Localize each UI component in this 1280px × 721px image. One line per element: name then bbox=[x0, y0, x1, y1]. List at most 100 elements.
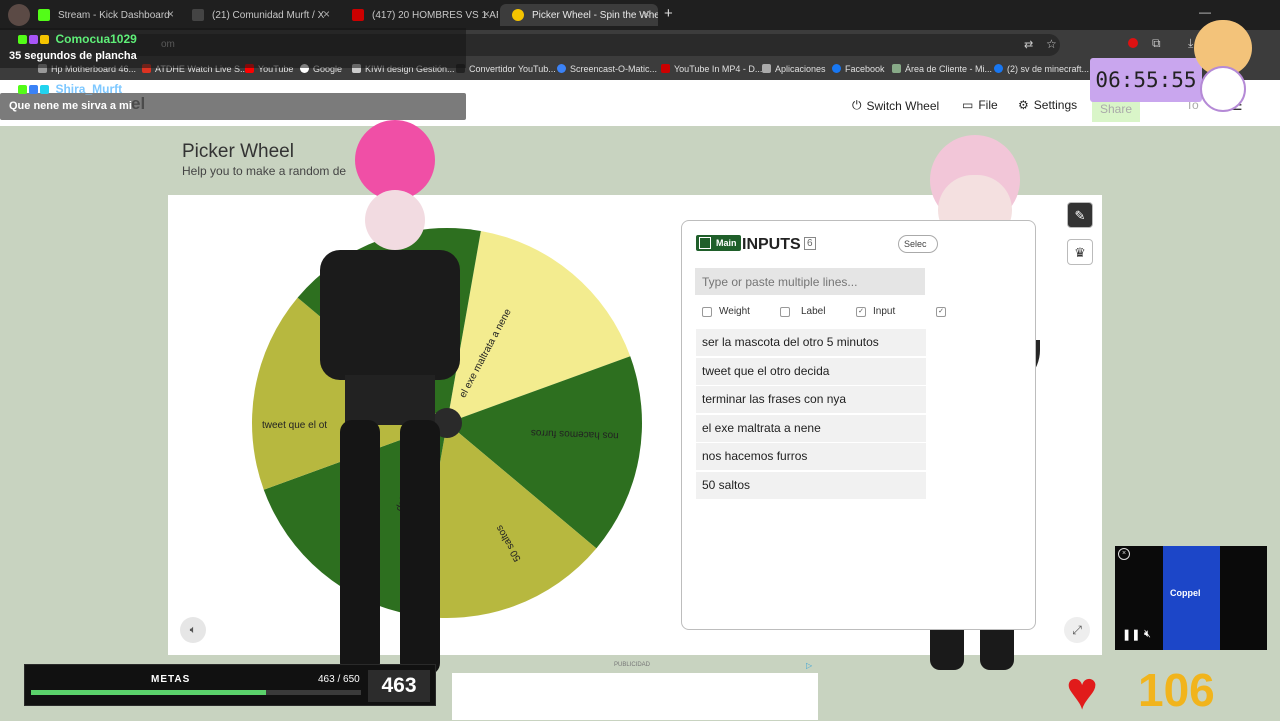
tab-kick-dashboard[interactable]: Stream - Kick Dashboard × bbox=[26, 4, 182, 26]
label-label: Label bbox=[801, 306, 826, 317]
picker-wheel-icon bbox=[512, 9, 524, 21]
kick-icon bbox=[38, 9, 50, 21]
select-button[interactable]: Selec bbox=[898, 235, 938, 253]
tab-label: (417) 20 HOMBRES VS 1 ARTIST bbox=[372, 9, 498, 21]
bookmark-label: (2) sv de minecraft... bbox=[1007, 64, 1090, 74]
paste-lines-input[interactable] bbox=[695, 268, 925, 295]
crown-badge-icon bbox=[40, 35, 49, 44]
ad-label: PUBLICIDAD bbox=[614, 662, 651, 668]
ad-banner[interactable] bbox=[452, 673, 818, 720]
list-item[interactable]: nos hacemos furros bbox=[696, 443, 926, 470]
youtube-icon bbox=[352, 9, 364, 21]
apps-grid-icon bbox=[762, 64, 771, 73]
input-label: Input bbox=[873, 306, 896, 317]
translate-icon[interactable]: ⇄ bbox=[1024, 38, 1033, 51]
goal-label: METAS bbox=[151, 674, 191, 685]
bookmark-label: Aplicaciones bbox=[775, 64, 826, 74]
sub-badge-icon bbox=[29, 35, 38, 44]
extra-checkbox[interactable]: ✓ bbox=[936, 307, 946, 317]
bookmark-label: YouTube In MP4 - D... bbox=[674, 64, 763, 74]
tab-label: Picker Wheel - Spin the Wheel bbox=[532, 9, 658, 21]
x-icon bbox=[192, 9, 204, 21]
power-icon: ⏻ bbox=[852, 98, 862, 112]
goal-count: 463 / 650 bbox=[318, 674, 360, 685]
bookmark-item[interactable]: Screencast-O-Matic... bbox=[557, 64, 657, 74]
video-brand: Coppel bbox=[1170, 588, 1201, 598]
nav-label: Settings bbox=[1033, 98, 1078, 112]
weight-label: Weight bbox=[719, 306, 750, 317]
weight-checkbox[interactable] bbox=[702, 307, 712, 317]
gear-icon: ⚙ bbox=[1018, 98, 1029, 112]
tab-picker-wheel[interactable]: Picker Wheel - Spin the Wheel × bbox=[500, 4, 658, 26]
edit-wheel-icon[interactable]: ✎ bbox=[1067, 202, 1093, 228]
facebook-icon bbox=[994, 64, 1003, 73]
list-item[interactable]: terminar las frases con nya bbox=[696, 386, 926, 413]
bookmark-star-icon[interactable]: ☆ bbox=[1046, 37, 1057, 51]
list-item[interactable]: 50 saltos bbox=[696, 472, 926, 499]
goal-current-value: 463 bbox=[368, 670, 430, 702]
site-icon bbox=[557, 64, 566, 73]
site-icon bbox=[661, 64, 670, 73]
nav-label: Share bbox=[1100, 102, 1133, 116]
main-list-chip[interactable]: Main bbox=[696, 235, 741, 251]
minimize-window-icon[interactable]: — bbox=[1199, 5, 1211, 19]
edit-list-icon bbox=[699, 237, 711, 249]
tab-twitter[interactable]: (21) Comunidad Murft / X × bbox=[180, 4, 338, 26]
chip-label: Main bbox=[716, 238, 737, 248]
stream-timer: 06:55:55 bbox=[1090, 58, 1202, 102]
bookmark-item[interactable]: (2) sv de minecraft... bbox=[994, 64, 1089, 74]
trophy-icon[interactable]: ♛ bbox=[1067, 239, 1093, 265]
list-item[interactable]: el exe maltrata a nene bbox=[696, 415, 926, 442]
new-tab-button[interactable]: + bbox=[664, 5, 673, 22]
ad-choices-icon[interactable]: ▷ bbox=[806, 661, 812, 670]
heart-icon: ♥ bbox=[1066, 661, 1099, 721]
sound-icon[interactable]: 🔈︎ bbox=[180, 617, 206, 643]
close-tab-icon[interactable]: × bbox=[323, 7, 330, 21]
sub-badge-icon bbox=[29, 85, 38, 94]
chat-user-line: Shira_Murft bbox=[18, 80, 122, 98]
mini-video-frame bbox=[1163, 546, 1220, 650]
chat-username: Shira_Murft bbox=[55, 82, 123, 96]
kick-badge-icon bbox=[18, 35, 27, 44]
list-item[interactable]: tweet que el otro decida bbox=[696, 358, 926, 385]
tab-youtube[interactable]: (417) 20 HOMBRES VS 1 ARTIST × bbox=[340, 4, 498, 26]
extensions-puzzle-icon[interactable]: ⧉ bbox=[1152, 36, 1161, 51]
file-menu-button[interactable]: ▭ File bbox=[962, 98, 998, 112]
browser-tab-bar: Stream - Kick Dashboard × (21) Comunidad… bbox=[0, 0, 1280, 30]
bookmark-label: Screencast-O-Matic... bbox=[570, 64, 658, 74]
bookmark-item[interactable]: Aplicaciones bbox=[762, 64, 826, 74]
chat-user-line: Comocua1029 bbox=[18, 30, 137, 48]
bookmark-item[interactable]: YouTube In MP4 - D... bbox=[661, 64, 762, 74]
close-tab-icon[interactable]: × bbox=[643, 7, 650, 21]
input-checkbox[interactable]: ✓ bbox=[856, 307, 866, 317]
nav-label: File bbox=[978, 98, 998, 112]
tab-label: (21) Comunidad Murft / X bbox=[212, 9, 325, 21]
folder-icon: ▭ bbox=[962, 98, 974, 112]
bookmark-item[interactable]: Facebook bbox=[832, 64, 885, 74]
page-title: Picker Wheel bbox=[182, 141, 294, 162]
bookmark-item[interactable]: Convertidor YouTub... bbox=[456, 64, 556, 74]
switch-wheel-button[interactable]: ⏻ Switch Wheel bbox=[852, 98, 939, 113]
mute-icon[interactable]: 🔇︎ bbox=[1144, 628, 1151, 641]
inputs-title: INPUTS bbox=[742, 236, 801, 253]
label-checkbox[interactable] bbox=[780, 307, 790, 317]
close-video-icon[interactable]: × bbox=[1118, 548, 1130, 560]
like-count: 106 bbox=[1138, 664, 1215, 716]
list-item[interactable]: ser la mascota del otro 5 minutos bbox=[696, 329, 926, 356]
pause-icon[interactable]: ❚❚ bbox=[1122, 628, 1140, 641]
vtuber-avatar-left bbox=[300, 120, 480, 675]
extension-icon[interactable] bbox=[1128, 38, 1138, 48]
clock-mascot bbox=[1188, 20, 1258, 115]
bookmark-item[interactable]: Área de Cliente - Mi... bbox=[892, 64, 992, 74]
close-tab-icon[interactable]: × bbox=[483, 7, 490, 21]
bookmark-label: Facebook bbox=[845, 64, 885, 74]
chat-message: 35 segundos de plancha bbox=[9, 50, 137, 62]
chat-message: Que nene me sirva a mi bbox=[9, 100, 132, 112]
nav-label: Switch Wheel bbox=[866, 98, 940, 113]
facebook-icon bbox=[832, 64, 841, 73]
fullscreen-icon[interactable]: ⤢ bbox=[1064, 617, 1090, 643]
settings-button[interactable]: ⚙ Settings bbox=[1018, 98, 1077, 112]
moderator-badge-icon bbox=[40, 85, 49, 94]
chat-username: Comocua1029 bbox=[55, 32, 137, 46]
close-tab-icon[interactable]: × bbox=[167, 7, 174, 21]
